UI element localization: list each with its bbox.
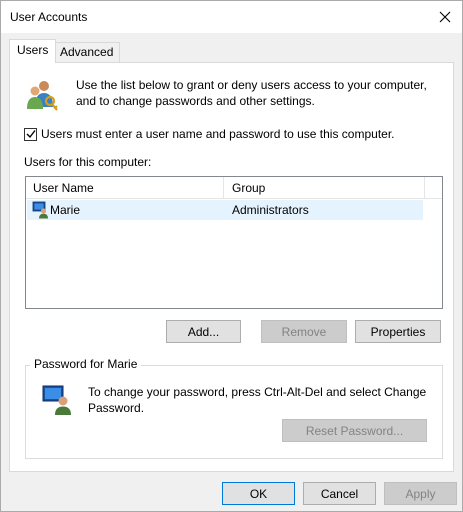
require-password-label: Users must enter a user name and passwor… [41, 127, 395, 141]
close-icon [439, 11, 451, 23]
title-bar: User Accounts [1, 1, 462, 33]
tab-advanced[interactable]: Advanced [53, 42, 121, 62]
require-password-checkbox[interactable] [24, 127, 37, 141]
cancel-button[interactable]: Cancel [303, 482, 376, 505]
user-monitor-icon [42, 385, 71, 415]
password-instructions: To change your password, press Ctrl-Alt-… [88, 385, 427, 415]
column-header-group[interactable]: Group [225, 177, 425, 199]
intro-text: Use the list below to grant or deny user… [76, 78, 427, 108]
close-button[interactable] [428, 1, 462, 33]
user-monitor-icon [32, 201, 48, 219]
remove-button[interactable]: Remove [261, 320, 347, 343]
user-name-cell: Marie [50, 203, 81, 217]
ok-button[interactable]: OK [222, 482, 295, 505]
users-keys-icon [27, 81, 58, 111]
column-header-user-name[interactable]: User Name [26, 177, 224, 199]
table-row[interactable]: Marie Administrators [27, 200, 423, 220]
tab-users[interactable]: Users [9, 39, 57, 63]
reset-password-button[interactable]: Reset Password... [282, 419, 427, 442]
list-header: User Name Group [26, 177, 442, 199]
password-groupbox-label: Password for Marie [30, 357, 142, 371]
user-accounts-dialog: User Accounts Users Advanced Use the lis… [0, 0, 463, 512]
window-title: User Accounts [10, 10, 88, 24]
user-group-cell: Administrators [232, 203, 309, 217]
properties-button[interactable]: Properties [355, 320, 441, 343]
checkmark-icon [26, 130, 36, 139]
apply-button[interactable]: Apply [384, 482, 457, 505]
add-button[interactable]: Add... [166, 320, 241, 343]
users-tab-panel: Use the list below to grant or deny user… [9, 62, 454, 472]
require-password-checkbox-row[interactable]: Users must enter a user name and passwor… [24, 127, 395, 141]
users-list[interactable]: User Name Group Marie Administrators [25, 176, 443, 309]
password-groupbox: To change your password, press Ctrl-Alt-… [25, 365, 443, 459]
users-list-label: Users for this computer: [24, 155, 152, 169]
